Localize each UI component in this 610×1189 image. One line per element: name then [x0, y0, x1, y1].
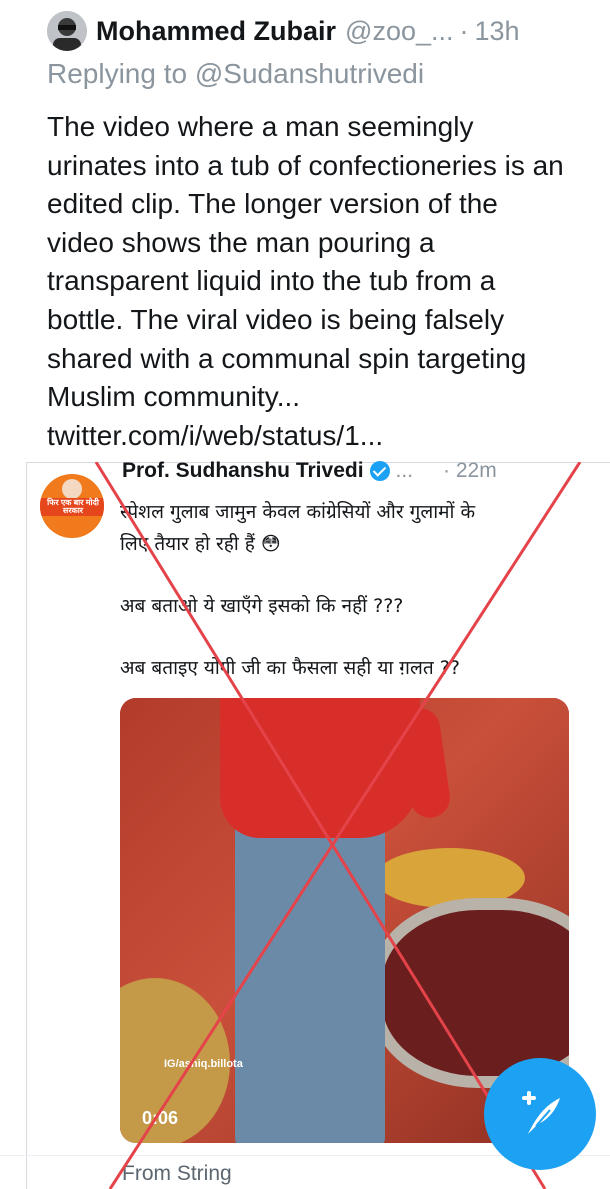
embedded-time: · 22m: [443, 459, 497, 482]
video-person-shirt: [220, 698, 420, 838]
author-handle[interactable]: @zoo_...: [345, 16, 453, 47]
video-duration: 0:06: [142, 1108, 179, 1128]
tweet-text: The video where a man seemingly urinates…: [47, 111, 564, 413]
author-avatar[interactable]: [47, 11, 87, 51]
embedded-more: ...: [395, 459, 414, 482]
video-person-jeans: [235, 818, 385, 1143]
replying-to-handle[interactable]: @Sudanshutrivedi: [195, 58, 424, 89]
embedded-author-name: Prof. Sudhanshu Trivedi: [122, 459, 364, 482]
replying-to-label: Replying to: [47, 58, 188, 89]
embedded-tweet-text: स्पेशल गुलाब जामुन केवल कांग्रेसियों और …: [120, 496, 570, 684]
tweet-time[interactable]: 13h: [475, 16, 520, 47]
author-name[interactable]: Mohammed Zubair: [96, 16, 336, 47]
compose-button[interactable]: [484, 1058, 596, 1170]
compose-tweet-feather-icon: [522, 1091, 560, 1134]
embedded-line-3: अब बताओ ये खाएँगे इसको कि नहीं ???: [120, 595, 404, 617]
tweet-body: The video where a man seemingly urinates…: [47, 108, 572, 455]
reply-tweet[interactable]: Mohammed Zubair @zoo_... · 13h Replying …: [0, 0, 610, 460]
avatar-text: फिर एक बार मोदी सरकार: [47, 498, 99, 515]
embedded-tweet-header: Prof. Sudhanshu Trivedi ... · 22m: [122, 456, 497, 486]
verified-badge-icon: [369, 461, 390, 481]
embedded-author-avatar: फिर एक बार मोदी सरकार: [40, 474, 104, 538]
embedded-source: From String: [122, 1162, 232, 1185]
embedded-line-1: स्पेशल गुलाब जामुन केवल कांग्रेसियों और …: [120, 501, 476, 523]
tweet-link[interactable]: twitter.com/i/web/status/1...: [47, 417, 572, 456]
embedded-line-2: लिए तैयार हो रही हैं 😳: [120, 533, 281, 555]
tweet-header: Mohammed Zubair @zoo_... · 13h: [47, 10, 520, 52]
header-separator: ·: [459, 15, 469, 46]
avatar-face: [62, 479, 82, 499]
embedded-line-4: अब बताइए योगी जी का फैसला सही या ग़लत ??: [120, 657, 460, 679]
video-watermark: IG/ashiq.billota: [164, 1058, 243, 1070]
replying-to: Replying to @Sudanshutrivedi: [47, 58, 424, 90]
